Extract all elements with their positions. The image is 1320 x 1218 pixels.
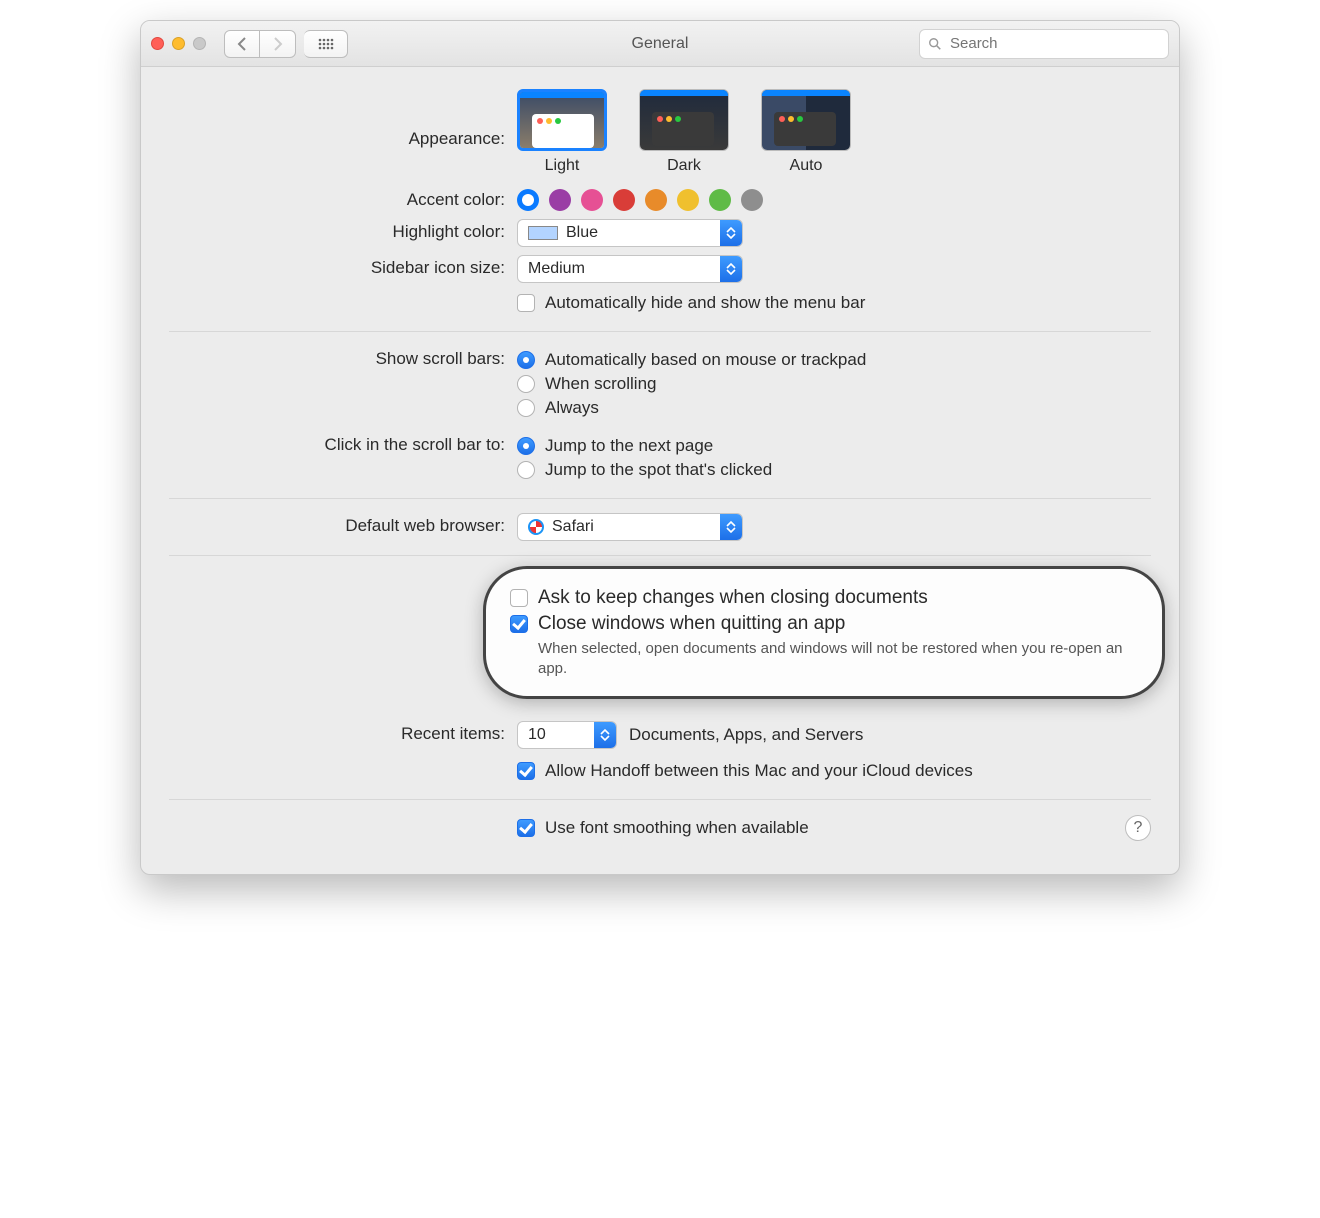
- ask-keep-changes-label: Ask to keep changes when closing documen…: [538, 587, 928, 609]
- accent-color-swatch[interactable]: [741, 189, 763, 211]
- chevron-left-icon: [237, 37, 247, 51]
- show-all-button[interactable]: [304, 30, 348, 58]
- select-arrows-icon: [594, 722, 616, 748]
- chevron-right-icon: [273, 37, 283, 51]
- system-preferences-general-window: General Appearance: Light Dark: [140, 20, 1180, 875]
- forward-button[interactable]: [260, 30, 296, 58]
- accent-color-swatch[interactable]: [613, 189, 635, 211]
- close-windows-checkbox[interactable]: [510, 615, 528, 633]
- red-dot-icon: [537, 118, 543, 124]
- recent-items-suffix: Documents, Apps, and Servers: [629, 725, 863, 745]
- minimize-window-icon[interactable]: [172, 37, 185, 50]
- safari-icon: [528, 519, 544, 535]
- accent-color-swatch[interactable]: [517, 189, 539, 211]
- highlighted-options-callout: Ask to keep changes when closing documen…: [483, 566, 1165, 699]
- green-dot-icon: [555, 118, 561, 124]
- search-field[interactable]: [919, 29, 1169, 59]
- scrollbars-radio[interactable]: [517, 351, 535, 369]
- nav-back-forward: [224, 30, 296, 58]
- accent-color-swatch[interactable]: [645, 189, 667, 211]
- click-scrollbar-radio[interactable]: [517, 437, 535, 455]
- default-browser-select[interactable]: Safari: [517, 513, 743, 541]
- scrollbars-option-label: When scrolling: [545, 374, 657, 394]
- select-arrows-icon: [720, 256, 742, 282]
- traffic-lights: [151, 37, 206, 50]
- accent-color-label: Accent color:: [169, 187, 517, 210]
- yellow-dot-icon: [546, 118, 552, 124]
- font-smoothing-checkbox[interactable]: [517, 819, 535, 837]
- appearance-label: Appearance:: [169, 89, 517, 149]
- help-button[interactable]: ?: [1125, 815, 1151, 841]
- search-input[interactable]: [948, 34, 1160, 53]
- accent-color-swatch[interactable]: [581, 189, 603, 211]
- highlight-color-select[interactable]: Blue: [517, 219, 743, 247]
- appearance-option-dark[interactable]: Dark: [639, 89, 729, 175]
- grid-icon: [304, 30, 348, 58]
- scrollbars-option-label: Always: [545, 398, 599, 418]
- click-scrollbar-radio[interactable]: [517, 461, 535, 479]
- recent-items-select[interactable]: 10: [517, 721, 617, 749]
- close-window-icon[interactable]: [151, 37, 164, 50]
- auto-hide-menubar-checkbox[interactable]: [517, 294, 535, 312]
- search-icon: [928, 37, 942, 51]
- accent-color-swatch[interactable]: [549, 189, 571, 211]
- recent-items-label: Recent items:: [169, 721, 517, 744]
- zoom-window-icon: [193, 37, 206, 50]
- question-mark-icon: ?: [1134, 819, 1143, 837]
- back-button[interactable]: [224, 30, 260, 58]
- auto-hide-menubar-label: Automatically hide and show the menu bar: [545, 293, 865, 313]
- click-scrollbar-label: Click in the scroll bar to:: [169, 432, 517, 455]
- close-windows-label: Close windows when quitting an app: [538, 613, 845, 635]
- close-windows-description: When selected, open documents and window…: [538, 639, 1138, 680]
- highlight-swatch-icon: [528, 226, 558, 240]
- appearance-option-auto[interactable]: Auto: [761, 89, 851, 175]
- click-scrollbar-option-label: Jump to the spot that's clicked: [545, 460, 772, 480]
- select-arrows-icon: [720, 220, 742, 246]
- scrollbars-option-label: Automatically based on mouse or trackpad: [545, 350, 866, 370]
- scrollbars-radio[interactable]: [517, 399, 535, 417]
- default-browser-label: Default web browser:: [169, 513, 517, 536]
- handoff-label: Allow Handoff between this Mac and your …: [545, 761, 973, 781]
- select-arrows-icon: [720, 514, 742, 540]
- highlight-color-label: Highlight color:: [169, 219, 517, 242]
- ask-keep-changes-checkbox[interactable]: [510, 589, 528, 607]
- click-scrollbar-option-label: Jump to the next page: [545, 436, 713, 456]
- font-smoothing-label: Use font smoothing when available: [545, 818, 809, 838]
- appearance-option-light[interactable]: Light: [517, 89, 607, 175]
- scrollbars-radio[interactable]: [517, 375, 535, 393]
- titlebar: General: [141, 21, 1179, 67]
- accent-color-swatch[interactable]: [709, 189, 731, 211]
- preferences-pane: Appearance: Light Dark Auto: [141, 67, 1179, 874]
- handoff-checkbox[interactable]: [517, 762, 535, 780]
- show-scroll-bars-label: Show scroll bars:: [169, 346, 517, 369]
- sidebar-icon-size-select[interactable]: Medium: [517, 255, 743, 283]
- sidebar-icon-size-label: Sidebar icon size:: [169, 255, 517, 278]
- accent-color-swatch[interactable]: [677, 189, 699, 211]
